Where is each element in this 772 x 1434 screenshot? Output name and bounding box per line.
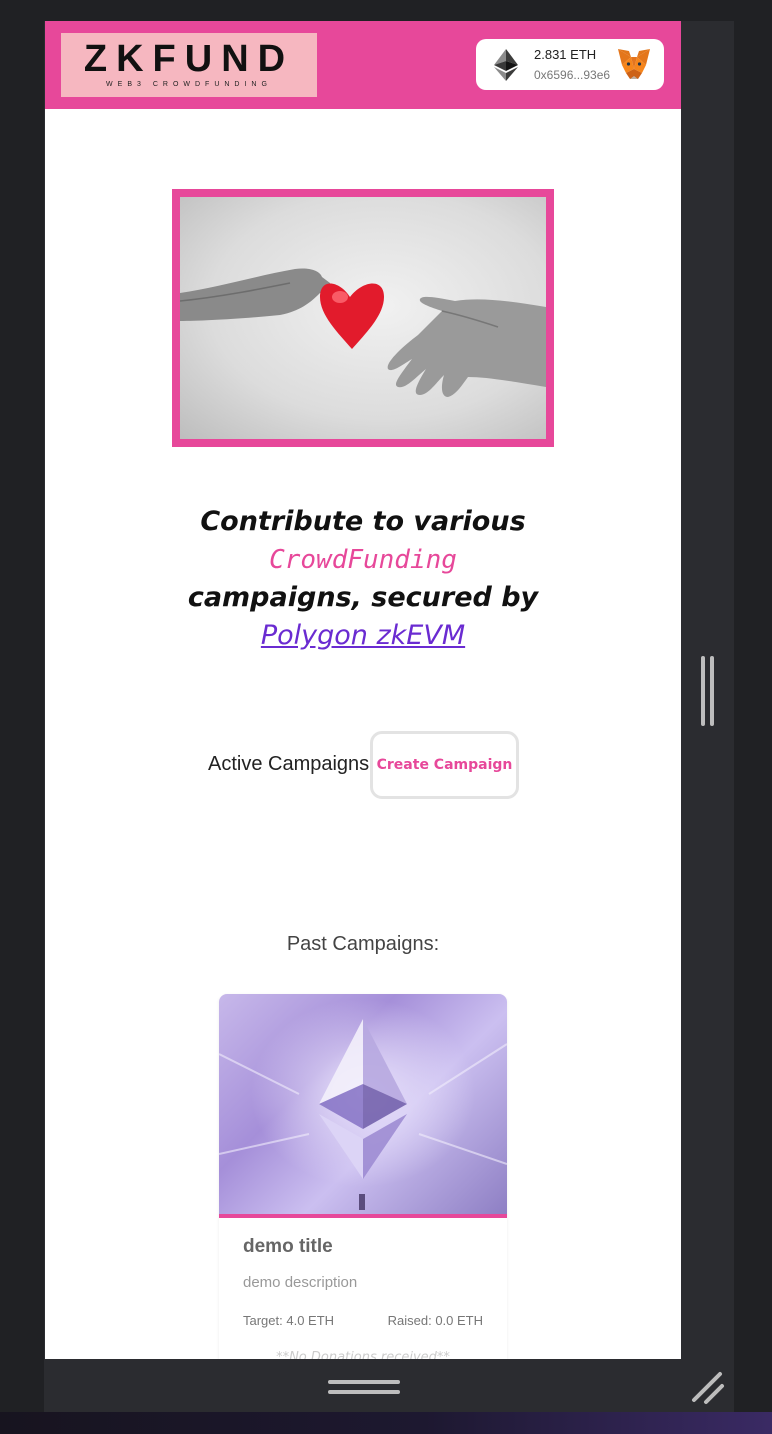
create-campaign-button[interactable]: Create Campaign (370, 731, 519, 799)
headline-line-3: campaigns, secured by (187, 582, 539, 613)
campaign-target: Target: 4.0 ETH (243, 1313, 335, 1328)
side-drag-handle[interactable] (699, 656, 717, 726)
polygon-zkevm-link[interactable]: Polygon zkEVM (45, 617, 681, 655)
hero-headline: Contribute to various CrowdFunding campa… (45, 503, 681, 655)
wallet-balance: 2.831 ETH (534, 47, 597, 62)
bottom-drag-handle[interactable] (328, 1378, 400, 1398)
campaign-raised: Raised: 0.0 ETH (387, 1313, 483, 1328)
navbar: ZKFUND WEB3 CROWDFUNDING 2.831 ETH 0x659… (45, 21, 681, 109)
campaign-card-accent-bar (219, 1214, 507, 1218)
hero-image-frame (172, 189, 554, 447)
desktop-background (0, 1412, 772, 1434)
metamask-fox-icon (618, 49, 650, 79)
campaign-card[interactable]: demo title demo description Target: 4.0 … (219, 994, 507, 1359)
campaign-title: demo title (243, 1236, 333, 1257)
wallet-button[interactable]: 2.831 ETH 0x6596...93e6 (476, 39, 664, 90)
logo[interactable]: ZKFUND WEB3 CROWDFUNDING (61, 33, 317, 97)
hero-image (180, 197, 546, 439)
campaign-description: demo description (243, 1274, 358, 1291)
ethereum-icon (494, 49, 518, 81)
hands-heart-illustration (180, 268, 546, 397)
logo-subtitle: WEB3 CROWDFUNDING (106, 81, 272, 88)
past-campaigns-label: Past Campaigns: (286, 933, 440, 955)
headline-line-1: Contribute to various (200, 506, 526, 537)
campaign-image (219, 994, 507, 1214)
resize-handle-icon[interactable] (690, 1370, 726, 1406)
logo-text: ZKFUND (83, 38, 295, 80)
active-campaigns-label: Active Campaigns: (208, 753, 375, 775)
app-viewport: ZKFUND WEB3 CROWDFUNDING 2.831 ETH 0x659… (45, 21, 681, 1359)
headline-crowdfunding: CrowdFunding (269, 545, 457, 575)
ethereum-art-illustration (219, 1019, 507, 1210)
wallet-address: 0x6596...93e6 (534, 68, 611, 82)
campaign-donations-status: **No Donations received** (276, 1350, 450, 1359)
